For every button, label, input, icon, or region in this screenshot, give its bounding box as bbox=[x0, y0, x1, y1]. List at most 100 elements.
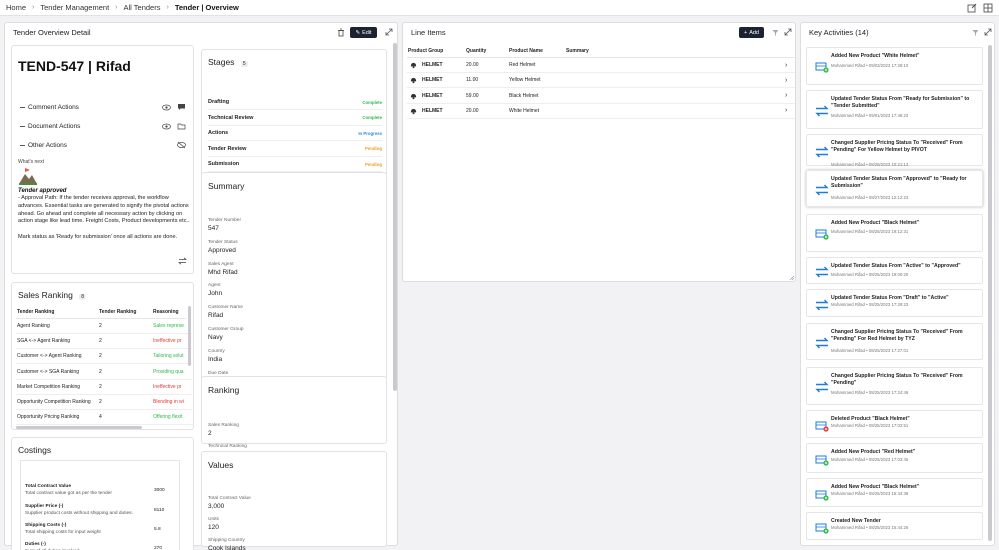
eye-icon[interactable] bbox=[162, 104, 171, 111]
total-contract-value-value: 3,000 bbox=[208, 503, 225, 510]
activity-item[interactable]: Updated Tender Status From "Ready for Su… bbox=[806, 90, 983, 129]
breadcrumb-tender-management[interactable]: Tender Management bbox=[40, 3, 109, 12]
activity-item[interactable]: Created New Tender Mohammed Rifad • 08/25… bbox=[806, 512, 983, 540]
table-row[interactable]: Customer <-> Agent Ranking 2 Tailoring sol… bbox=[16, 349, 194, 365]
stage-name: Drafting bbox=[208, 99, 230, 105]
table-row[interactable]: Opportunity Pricing Ranking 4 Offering fle… bbox=[16, 410, 194, 426]
activity-item[interactable]: Added New Product "Black Helmet" Mohammed… bbox=[806, 478, 983, 507]
expand-icon[interactable] bbox=[984, 28, 992, 36]
sales-ranking-vscroll[interactable] bbox=[188, 306, 191, 366]
trash-icon[interactable] bbox=[337, 28, 345, 37]
table-row[interactable]: Market Competition Ranking 2 Ineffective p… bbox=[16, 380, 194, 395]
sales-ranking-label: Sales Ranking bbox=[208, 423, 239, 428]
approved-title: Tender approved bbox=[18, 188, 67, 194]
delete-product-icon bbox=[815, 421, 829, 432]
table-row[interactable]: Opportunity Competition Ranking 2 Blending… bbox=[16, 395, 194, 410]
line-item-row[interactable]: HELMET 20.00 White Helmet › bbox=[407, 104, 795, 119]
activity-meta: Mohammed Rifad • 08/25/2023 17:24:46 bbox=[831, 390, 909, 395]
activity-meta: Mohammed Rifad • 08/25/2023 17:27:01 bbox=[831, 348, 909, 353]
agent-value: John bbox=[208, 290, 223, 298]
activity-item[interactable]: Changed Supplier Pricing Status To "Rece… bbox=[806, 134, 983, 167]
add-line-item-button[interactable]: + Add bbox=[739, 27, 764, 38]
filter-icon[interactable] bbox=[772, 29, 779, 36]
quantity: 11.00 bbox=[466, 77, 479, 84]
stage-name: Technical Review bbox=[208, 114, 254, 121]
units-label: Units bbox=[208, 517, 219, 522]
ranking-reason: Blending in wi bbox=[153, 399, 184, 405]
ranking-name: Market Competition Ranking bbox=[17, 383, 81, 390]
status-change-icon bbox=[815, 381, 829, 393]
activity-title: Changed Supplier Pricing Status To "Rece… bbox=[831, 373, 963, 386]
activity-item[interactable]: Changed Supplier Pricing Status To "Rece… bbox=[806, 367, 983, 405]
chevron-right-icon[interactable]: › bbox=[785, 107, 787, 114]
product-name: White Helmet bbox=[509, 107, 540, 114]
activity-title: Updated Tender Status From "Draft" to "A… bbox=[831, 295, 949, 301]
activity-item[interactable]: Added New Product "Black Helmet" Mohammed… bbox=[806, 214, 983, 252]
activity-item[interactable]: Changed Supplier Pricing Status To "Rece… bbox=[806, 323, 983, 360]
ranking-value: 2 bbox=[99, 323, 102, 329]
activity-item[interactable]: Deleted Product "Black Helmet" Mohammed R… bbox=[806, 410, 983, 438]
stage-row-drafting[interactable]: Drafting Complete bbox=[208, 95, 382, 110]
chevron-right-icon[interactable]: › bbox=[785, 92, 787, 99]
table-row[interactable]: SGA <-> Agent Ranking 2 Ineffective pr bbox=[16, 334, 194, 350]
stage-status-badge: Pending bbox=[365, 146, 382, 151]
panel-title: Tender Overview Detail bbox=[13, 27, 91, 37]
chevron-right-icon[interactable]: › bbox=[785, 77, 787, 84]
approved-description: - Approval Path: If the tender receives … bbox=[18, 195, 190, 225]
activity-item[interactable]: Added New Product "Red Helmet" Mohammed R… bbox=[806, 443, 983, 473]
breadcrumb-home[interactable]: Home bbox=[6, 3, 26, 12]
overview-vscroll[interactable] bbox=[393, 43, 397, 391]
ranking-reason: Offering flexit bbox=[153, 414, 183, 421]
tender-number-label: Tender Number bbox=[208, 218, 242, 223]
chevron-right-icon[interactable]: › bbox=[785, 62, 787, 69]
activity-item[interactable]: Updated Tender Status From "Active" to "… bbox=[806, 257, 983, 284]
sales-agent-value: Mhd Rifad bbox=[208, 268, 238, 276]
stage-row-actions[interactable]: Actions In Progress bbox=[208, 126, 382, 141]
line-items-header: Line Items bbox=[403, 23, 795, 41]
edit-icon[interactable] bbox=[967, 3, 977, 13]
resize-handle-icon[interactable] bbox=[789, 275, 795, 281]
other-actions-row[interactable]: Other Actions bbox=[20, 142, 67, 149]
breadcrumb-all-tenders[interactable]: All Tenders bbox=[124, 3, 161, 12]
activity-title: Changed Supplier Pricing Status To "Rece… bbox=[831, 329, 963, 342]
activities-vscroll[interactable] bbox=[988, 45, 992, 541]
product-group: HELMET bbox=[422, 77, 443, 84]
product-group: HELMET bbox=[422, 62, 443, 68]
document-actions-row[interactable]: Document Actions bbox=[20, 123, 80, 130]
filter-icon[interactable] bbox=[972, 29, 979, 36]
activity-item[interactable]: Added New Product "White Helmet" Mohammed… bbox=[806, 47, 983, 85]
comment-actions-row[interactable]: Comment Actions bbox=[20, 104, 79, 111]
approved-illustration-icon bbox=[19, 168, 37, 185]
edit-button[interactable]: ✎ Edit bbox=[350, 27, 377, 38]
activity-title: Deleted Product "Black Helmet" bbox=[831, 416, 910, 422]
stage-row-submission[interactable]: Submission Pending bbox=[208, 157, 382, 172]
line-item-row[interactable]: HELMET 59.00 Black Helmet › bbox=[407, 89, 795, 104]
product-group: HELMET bbox=[422, 92, 443, 99]
due-date-label: Due Date bbox=[208, 370, 229, 376]
ranking-name: Opportunity Pricing Ranking bbox=[17, 414, 80, 421]
eye-icon[interactable] bbox=[162, 123, 171, 130]
activity-meta: Mohammed Rifad • 08/27/2023 12:12:23 bbox=[831, 195, 909, 200]
table-row[interactable]: Customer <-> SGA Ranking 2 Providing qua bbox=[16, 365, 194, 380]
activity-item[interactable]: Updated Tender Status From "Draft" to "A… bbox=[806, 289, 983, 317]
tender-title-card: TEND-547 | Rifad Comment Actions Documen… bbox=[11, 45, 194, 274]
chevron-right-icon: › bbox=[166, 4, 169, 11]
helmet-icon bbox=[410, 62, 417, 69]
stage-row-tender-review[interactable]: Tender Review Pending bbox=[208, 142, 382, 157]
quantity: 20.00 bbox=[466, 107, 479, 114]
line-item-row[interactable]: HELMET 11.00 Yellow Helmet › bbox=[407, 73, 795, 89]
activity-item[interactable]: Updated Tender Status From "Approved" to… bbox=[806, 170, 983, 207]
col-product-name: Product Name bbox=[509, 48, 543, 54]
sales-ranking-hscroll[interactable] bbox=[16, 426, 142, 429]
line-item-row[interactable]: HELMET 20.00 Red Helmet › bbox=[407, 58, 795, 73]
table-row[interactable]: Agent Ranking 2 Sales represe bbox=[16, 319, 194, 334]
expand-icon[interactable] bbox=[784, 28, 792, 36]
layout-grid-icon[interactable] bbox=[983, 3, 993, 13]
stage-row-technical-review[interactable]: Technical Review Complete bbox=[208, 111, 382, 126]
expand-icon[interactable] bbox=[385, 28, 393, 36]
activity-title: Added New Product "Black Helmet" bbox=[831, 484, 920, 490]
comment-icon[interactable] bbox=[177, 103, 186, 111]
eye-off-icon[interactable] bbox=[177, 141, 186, 149]
swap-icon[interactable] bbox=[178, 257, 187, 265]
folder-icon[interactable] bbox=[177, 122, 186, 130]
